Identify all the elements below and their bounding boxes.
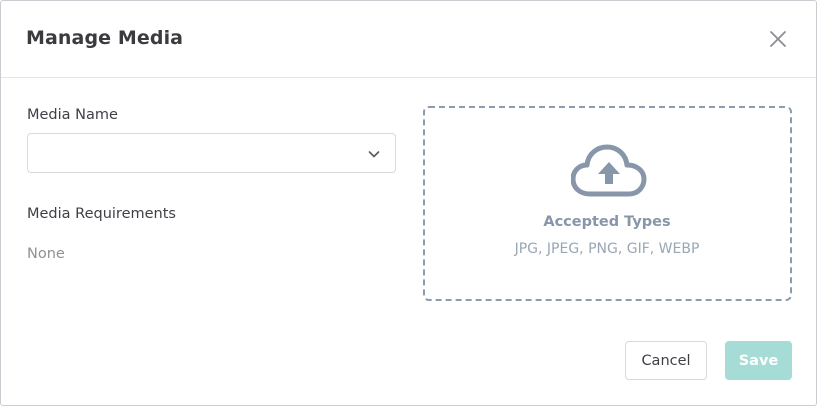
media-name-select[interactable]	[27, 133, 396, 173]
close-button[interactable]	[767, 28, 789, 50]
upload-dropzone[interactable]: Accepted Types JPG, JPEG, PNG, GIF, WEBP	[423, 106, 792, 301]
media-requirements-value: None	[27, 246, 65, 262]
accepted-types-title: Accepted Types	[543, 214, 671, 230]
media-name-label: Media Name	[27, 107, 118, 123]
dialog-header: Manage Media	[1, 1, 816, 78]
manage-media-dialog: Manage Media Media Name Media Requiremen…	[0, 0, 817, 406]
accepted-types-list: JPG, JPEG, PNG, GIF, WEBP	[514, 241, 700, 257]
media-requirements-label: Media Requirements	[27, 206, 176, 222]
cancel-button[interactable]: Cancel	[625, 341, 707, 380]
chevron-down-icon	[368, 151, 380, 158]
dialog-title: Manage Media	[26, 27, 184, 49]
close-icon	[770, 31, 786, 47]
cloud-upload-icon	[571, 144, 647, 197]
save-button[interactable]: Save	[725, 341, 792, 380]
